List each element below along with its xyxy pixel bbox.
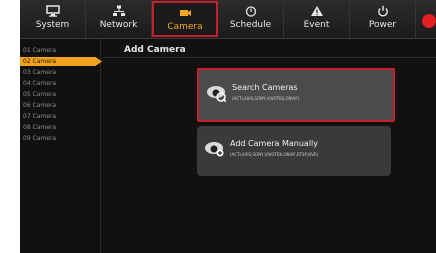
tab-camera[interactable]: Camera bbox=[152, 1, 218, 37]
option-title: Search Cameras bbox=[232, 83, 298, 92]
tab-network[interactable]: Network bbox=[86, 0, 152, 38]
sidebar-item-camera-01[interactable]: 01 Camera bbox=[20, 46, 102, 55]
sidebar-item-camera-08[interactable]: 08 Camera bbox=[20, 123, 102, 132]
tab-label: Power bbox=[368, 20, 397, 30]
tab-label: Event bbox=[303, 20, 330, 30]
network-icon bbox=[86, 5, 151, 18]
option-title: Add Camera Manually bbox=[230, 139, 318, 148]
top-navigation: System Network Camera Schedule Event Pow… bbox=[20, 0, 436, 39]
tab-system[interactable]: System bbox=[20, 0, 86, 38]
tab-event[interactable]: Event bbox=[284, 0, 350, 38]
add-camera-manually-button[interactable]: Add Camera Manually (ACTI,AXIS,SONY,VIVO… bbox=[197, 126, 391, 176]
sidebar-item-camera-03[interactable]: 03 Camera bbox=[20, 68, 102, 77]
sidebar-item-camera-04[interactable]: 04 Camera bbox=[20, 79, 102, 88]
warning-icon bbox=[284, 5, 349, 18]
tab-label: Camera bbox=[167, 22, 203, 32]
app-frame: System Network Camera Schedule Event Pow… bbox=[20, 0, 436, 253]
page-title: Add Camera bbox=[124, 45, 186, 55]
sidebar-item-camera-05[interactable]: 05 Camera bbox=[20, 90, 102, 99]
option-subtitle: (ACTI,AXIS,SONY,VIVOTEK,ONVIF,RTSP,NVR) bbox=[230, 152, 319, 157]
option-subtitle: (ACTI,AXIS,SONY,VIVOTEK,ONVIF) bbox=[232, 96, 300, 101]
sidebar-item-camera-07[interactable]: 07 Camera bbox=[20, 112, 102, 121]
camera-search-icon bbox=[206, 84, 228, 106]
tab-label: Network bbox=[99, 20, 138, 30]
clock-icon bbox=[218, 5, 283, 18]
tab-label: System bbox=[35, 20, 70, 30]
sidebar-item-camera-02[interactable]: 02 Camera bbox=[20, 57, 102, 66]
tab-label: Schedule bbox=[229, 20, 272, 30]
sidebar-item-camera-06[interactable]: 06 Camera bbox=[20, 101, 102, 110]
monitor-icon bbox=[20, 5, 85, 18]
search-cameras-button[interactable]: Search Cameras (ACTI,AXIS,SONY,VIVOTEK,O… bbox=[197, 68, 395, 122]
sidebar-item-camera-09[interactable]: 09 Camera bbox=[20, 134, 102, 143]
tab-schedule[interactable]: Schedule bbox=[218, 0, 284, 38]
camera-list: 01 Camera 02 Camera 03 Camera 04 Camera … bbox=[20, 39, 102, 253]
camera-add-icon bbox=[204, 140, 226, 162]
title-divider bbox=[104, 57, 436, 58]
tab-power[interactable]: Power bbox=[350, 0, 416, 38]
camera-icon bbox=[154, 7, 216, 20]
record-indicator bbox=[422, 14, 436, 28]
power-icon bbox=[350, 5, 415, 18]
